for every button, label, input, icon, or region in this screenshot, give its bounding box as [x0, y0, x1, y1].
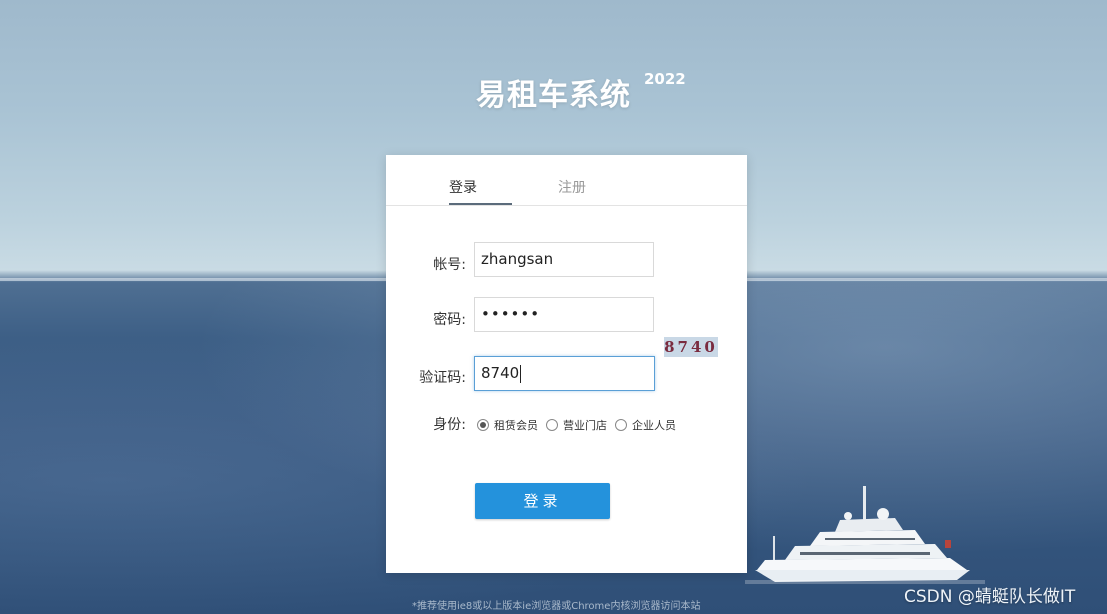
identity-option-label: 企业人员	[632, 419, 676, 432]
captcha-input[interactable]: 8740	[474, 356, 655, 391]
yacht-image	[745, 486, 985, 584]
app-title-year: 2022	[644, 70, 686, 88]
tab-login[interactable]: 登录	[449, 177, 477, 197]
account-input[interactable]: zhangsan	[474, 242, 654, 277]
active-tab-indicator	[449, 203, 512, 205]
captcha-image[interactable]: 8740	[664, 337, 718, 357]
identity-option-member[interactable]: 租赁会员	[477, 417, 538, 433]
radio-checked-icon[interactable]	[477, 419, 489, 431]
radio-icon[interactable]	[546, 419, 558, 431]
tab-register[interactable]: 注册	[558, 177, 586, 197]
captcha-label: 验证码:	[419, 370, 466, 386]
identity-label: 身份:	[433, 417, 466, 433]
text-caret	[520, 364, 522, 383]
password-label: 密码:	[433, 312, 466, 328]
login-card: 登录 注册 帐号: zhangsan 密码: •••••• 8740 验证码: …	[386, 155, 747, 573]
identity-option-enterprise[interactable]: 企业人员	[615, 417, 676, 433]
identity-option-store[interactable]: 营业门店	[546, 417, 607, 433]
login-button[interactable]: 登录	[475, 483, 610, 519]
captcha-input-value: 8740	[481, 364, 520, 382]
identity-option-label: 租赁会员	[494, 419, 538, 432]
identity-radio-group: 租赁会员 营业门店 企业人员	[477, 417, 684, 433]
browser-recommendation-note: *推荐使用ie8或以上版本ie浏览器或Chrome内核浏览器访问本站	[412, 601, 701, 612]
identity-option-label: 营业门店	[563, 419, 607, 432]
app-title: 易租车系统	[476, 78, 631, 113]
account-label: 帐号:	[433, 257, 466, 273]
csdn-watermark: CSDN @蜻蜓队长做IT	[904, 587, 1076, 607]
auth-tabs: 登录 注册	[386, 155, 747, 206]
password-input[interactable]: ••••••	[474, 297, 654, 332]
radio-icon[interactable]	[615, 419, 627, 431]
